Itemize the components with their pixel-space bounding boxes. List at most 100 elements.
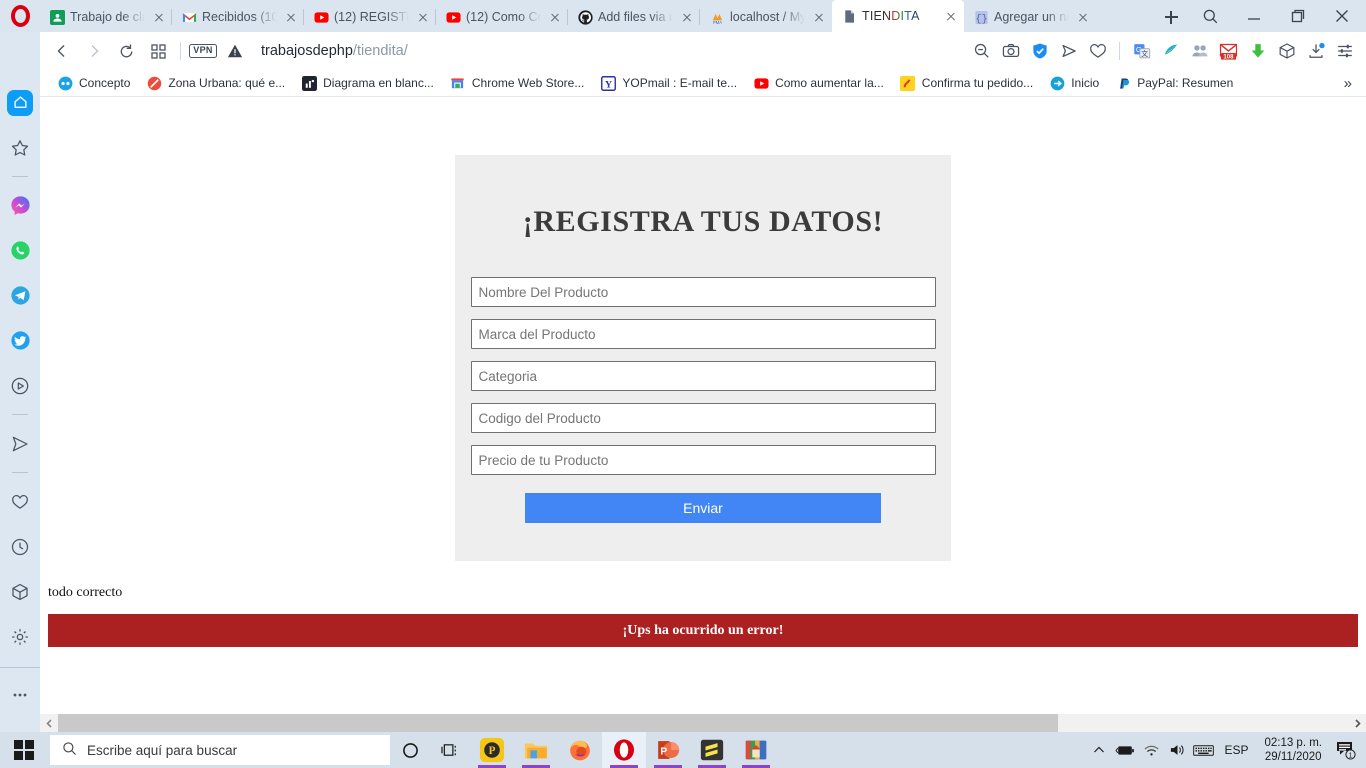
close-icon[interactable] (1320, 0, 1364, 32)
send-button[interactable] (1055, 37, 1082, 65)
keyboard-icon[interactable] (1190, 732, 1216, 768)
tab-close-icon[interactable] (150, 8, 168, 26)
bookmark-item[interactable]: Inicio (1042, 73, 1106, 93)
precio-producto-input[interactable] (470, 445, 936, 475)
submit-button[interactable]: Enviar (525, 493, 881, 523)
forward-arrow-icon[interactable] (78, 36, 110, 66)
bookmark-item[interactable]: Confirma tu pedido... (893, 73, 1040, 93)
back-arrow-icon[interactable] (46, 36, 78, 66)
wifi-icon[interactable] (1138, 732, 1164, 768)
snapshot-camera-button[interactable] (997, 37, 1024, 65)
sidebar-item-player[interactable] (0, 363, 40, 408)
sidebar-item-telegram[interactable] (0, 273, 40, 318)
tab-search-icon[interactable] (1188, 0, 1232, 32)
windows-start-icon[interactable] (0, 732, 48, 768)
language-indicator[interactable]: ESP (1216, 743, 1256, 757)
browser-tab[interactable]: PMA localhost / MyS (699, 2, 832, 32)
horizontal-scrollbar[interactable] (40, 714, 1366, 732)
tab-close-icon[interactable] (942, 7, 960, 25)
sidebar-item-home[interactable] (0, 80, 40, 125)
sidebar-item-history[interactable] (0, 524, 40, 569)
scroll-right-arrow-icon[interactable] (1348, 714, 1366, 732)
zoom-out-button[interactable] (968, 37, 995, 65)
tab-close-icon[interactable] (282, 8, 300, 26)
sidebar-item-extensions[interactable] (0, 569, 40, 614)
browser-tab[interactable]: (12) REGISTRAR (303, 2, 436, 32)
cortana-circle-icon[interactable] (390, 732, 430, 768)
translate-button[interactable]: G文 (1128, 37, 1155, 65)
bookmark-item[interactable]: Como aumentar la... (746, 73, 891, 93)
browser-tab[interactable]: TIENDITA (832, 0, 964, 32)
battery-charging-icon[interactable] (1112, 732, 1138, 768)
tab-close-icon[interactable] (810, 8, 828, 26)
easy-setup-button[interactable] (1331, 37, 1358, 65)
vpn-badge[interactable]: VPN (187, 36, 219, 66)
url-field[interactable]: trabajosdephp/tiendita/ (251, 43, 968, 59)
shield-check-button[interactable] (1026, 37, 1053, 65)
tab-title: Add files via upl (598, 10, 673, 24)
browser-tab[interactable]: Trabajo de clase (40, 2, 172, 32)
minimize-icon[interactable] (1232, 0, 1276, 32)
download-helper-button[interactable] (1244, 37, 1271, 65)
heart-button[interactable] (1084, 37, 1111, 65)
task-view-icon[interactable] (430, 732, 470, 768)
speaker-icon[interactable] (1164, 732, 1190, 768)
taskbar-app-firefox[interactable] (558, 732, 602, 768)
scroll-left-arrow-icon[interactable] (40, 714, 58, 732)
gmail-badge-button[interactable]: 108 (1215, 37, 1242, 65)
sidebar-item-favorites[interactable] (0, 479, 40, 524)
bookmark-item[interactable]: Zona Urbana: qué e... (139, 73, 292, 93)
taskbar-app-php[interactable]: P (470, 732, 514, 768)
tab-close-icon[interactable] (1074, 8, 1092, 26)
reload-icon[interactable] (110, 36, 142, 66)
taskbar-app-winrar[interactable] (734, 732, 778, 768)
opera-menu-button[interactable] (0, 0, 40, 32)
nombre-producto-input[interactable] (470, 277, 936, 307)
scrollbar-thumb[interactable] (58, 714, 1058, 732)
grammar-button[interactable] (1157, 37, 1184, 65)
clock[interactable]: 02:13 p. m. 29/11/2020 (1256, 736, 1330, 764)
codigo-producto-input[interactable] (470, 403, 936, 433)
people-button[interactable] (1186, 37, 1213, 65)
taskbar-app-opera[interactable] (602, 732, 646, 768)
restore-icon[interactable] (1276, 0, 1320, 32)
bookmark-item[interactable]: Chrome Web Store... (443, 73, 592, 93)
sidebar-item-twitter[interactable] (0, 318, 40, 363)
downloads-button[interactable] (1302, 37, 1329, 65)
browser-tab[interactable]: (12) Como Cone (435, 2, 568, 32)
browser-tab[interactable]: {} Agregar un nue (964, 2, 1096, 32)
search-input[interactable]: Escribe aquí para buscar (50, 735, 390, 765)
bookmark-item[interactable]: PayPal: Resumen (1108, 73, 1240, 93)
new-tab-button[interactable] (1154, 2, 1188, 32)
sidebar-item-flow[interactable] (0, 421, 40, 466)
tab-close-icon[interactable] (678, 8, 696, 26)
bookmark-item[interactable]: Concepto (50, 73, 137, 93)
sidebar-item-messenger[interactable] (0, 183, 40, 228)
classroom-icon (49, 9, 65, 25)
taskbar-app-sublime[interactable] (690, 732, 734, 768)
sidebar-item-whatsapp[interactable] (0, 228, 40, 273)
chevron-up-icon[interactable] (1086, 732, 1112, 768)
tab-favicon (577, 9, 593, 25)
browser-tab[interactable]: Recibidos (108) (171, 2, 304, 32)
bookmark-item[interactable]: Y YOPmail : E-mail te... (593, 73, 744, 93)
categoria-input[interactable] (470, 361, 936, 391)
bookmarks-overflow-button[interactable]: » (1344, 75, 1366, 92)
scrollbar-track[interactable] (1058, 714, 1348, 732)
tab-close-icon[interactable] (414, 8, 432, 26)
marca-producto-input[interactable] (470, 319, 936, 349)
bookmark-item[interactable]: Diagrama en blanc... (294, 73, 441, 93)
browser-tab[interactable]: Add files via upl (567, 2, 700, 32)
bookmark-favicon (301, 75, 317, 91)
sidebar-item-speeddial[interactable] (0, 125, 40, 170)
taskbar-app-explorer[interactable] (514, 732, 558, 768)
taskbar-app-powerpoint[interactable]: P (646, 732, 690, 768)
box-button[interactable] (1273, 37, 1300, 65)
tab-close-icon[interactable] (546, 8, 564, 26)
sidebar-item-more[interactable] (0, 672, 40, 717)
tab-favicon (49, 9, 65, 25)
tab-grid-icon[interactable] (142, 36, 174, 66)
notifications-icon[interactable]: 1 (1330, 732, 1362, 768)
not-secure-warning-icon[interactable] (219, 36, 251, 66)
sidebar-item-settings[interactable] (0, 614, 40, 659)
